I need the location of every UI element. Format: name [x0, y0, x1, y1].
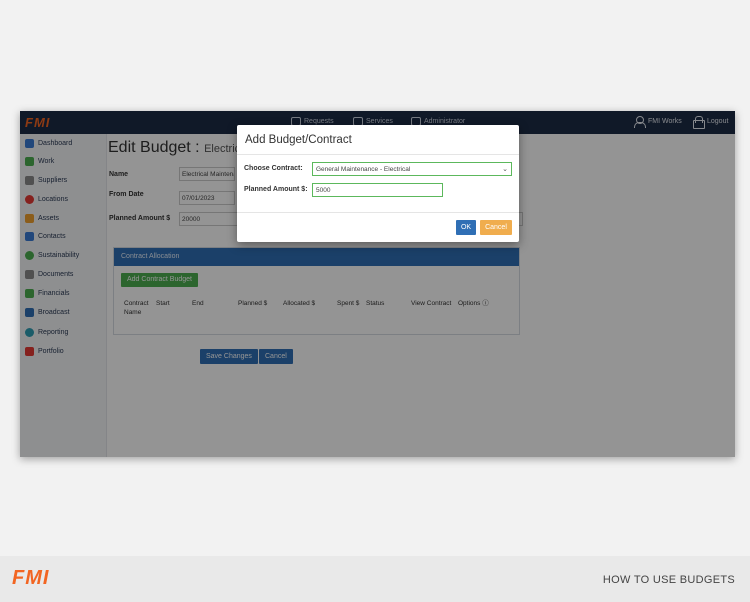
footer: FMI HOW TO USE BUDGETS: [0, 556, 750, 602]
app-window: FMI Requests Services Administrator FMI …: [20, 111, 735, 457]
footer-logo: FMI: [12, 567, 50, 589]
choose-contract-value: General Maintenance - Electrical: [316, 166, 411, 173]
choose-contract-select[interactable]: General Maintenance - Electrical ⌄: [312, 162, 512, 176]
add-budget-contract-dialog: Add Budget/Contract Choose Contract: Gen…: [237, 125, 519, 242]
dialog-title: Add Budget/Contract: [245, 134, 352, 146]
ok-button[interactable]: OK: [456, 220, 476, 235]
dialog-divider: [237, 154, 519, 155]
dialog-cancel-button[interactable]: Cancel: [480, 220, 512, 235]
planned-amount-dialog-field[interactable]: 5000: [312, 183, 443, 197]
footer-title: HOW TO USE BUDGETS: [602, 574, 735, 586]
chevron-down-icon: ⌄: [502, 166, 508, 173]
choose-contract-label: Choose Contract:: [244, 165, 303, 172]
dialog-footer-divider: [237, 212, 519, 213]
planned-amount-dialog-label: Planned Amount $:: [244, 186, 308, 193]
